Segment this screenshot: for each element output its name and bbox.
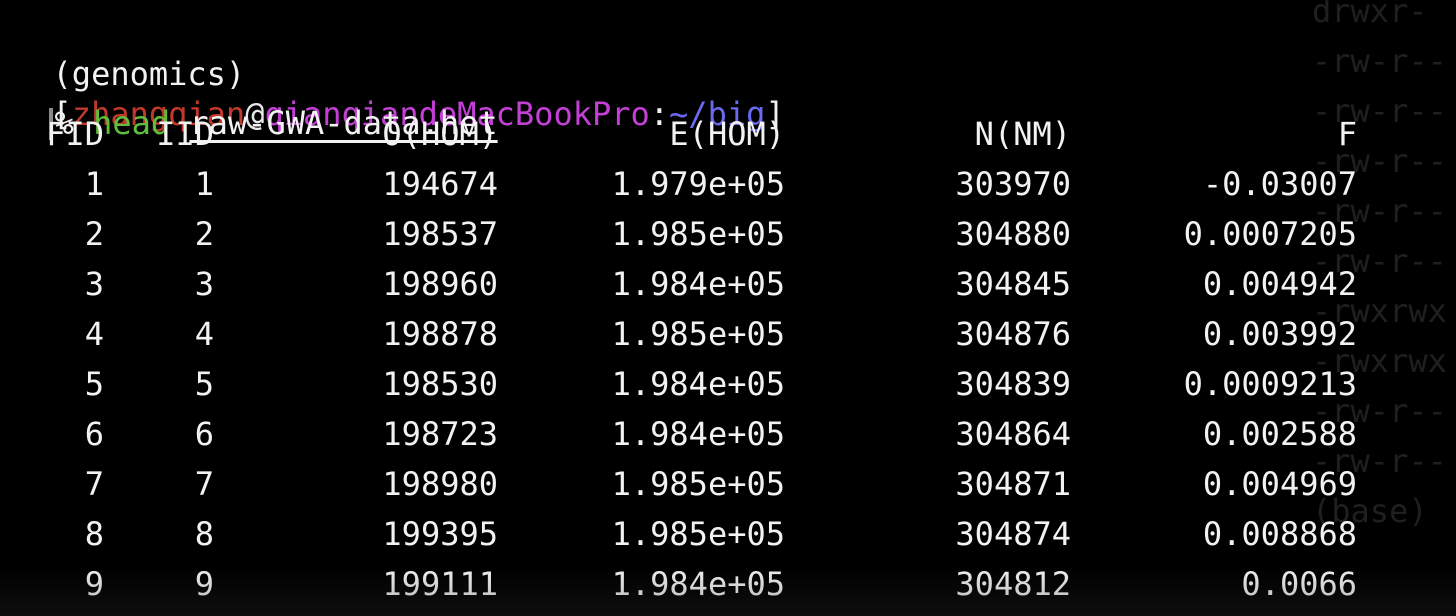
cell-n-nm: 304839 [955,365,1071,403]
header-o-hom: O(HOM) [382,115,498,153]
cell-iid: 3 [194,265,214,303]
cell-iid: 5 [194,365,214,403]
cell-fid: 1 [84,165,104,203]
table-row: 7 7 198980 1.985e+05 304871 0.004969 [0,462,1456,512]
cell-f: 0.003992 [1202,315,1357,353]
cell-n-nm: 303970 [955,165,1071,203]
table-row: 1 1 194674 1.979e+05 303970 -0.03007 [0,162,1456,212]
cell-o-hom: 198723 [382,415,498,453]
table-row: 2 2 198537 1.985e+05 304880 0.0007205 [0,212,1456,262]
cell-n-nm: 304880 [955,215,1071,253]
cell-iid: 1 [194,165,214,203]
cell-n-nm: 304874 [955,515,1071,553]
cell-e-hom: 1.985e+05 [611,215,785,253]
table-row: 9 9 199111 1.984e+05 304812 0.0066 [0,562,1456,612]
cell-iid: 6 [194,415,214,453]
cell-fid: 6 [84,415,104,453]
cell-n-nm: 304871 [955,465,1071,503]
header-iid: IID [156,115,214,153]
cell-iid: 2 [194,215,214,253]
cell-o-hom: 194674 [382,165,498,203]
cell-o-hom: 199395 [382,515,498,553]
cell-e-hom: 1.985e+05 [611,315,785,353]
cell-iid: 9 [194,565,214,603]
cell-o-hom: 198960 [382,265,498,303]
cell-f: 0.004942 [1202,265,1357,303]
cell-e-hom: 1.985e+05 [611,515,785,553]
table-header-row: FID IID O(HOM) E(HOM) N(NM) F [0,112,1456,162]
cell-fid: 5 [84,365,104,403]
header-f: F [1337,115,1357,153]
cell-n-nm: 304812 [955,565,1071,603]
cell-fid: 9 [84,565,104,603]
cell-fid: 3 [84,265,104,303]
table-row: 6 6 198723 1.984e+05 304864 0.002588 [0,412,1456,462]
cell-fid: 2 [84,215,104,253]
cell-f: 0.0007205 [1183,215,1357,253]
cell-e-hom: 1.984e+05 [611,565,785,603]
cell-n-nm: 304845 [955,265,1071,303]
cell-e-hom: 1.984e+05 [611,415,785,453]
table-row: 8 8 199395 1.985e+05 304874 0.008868 [0,512,1456,562]
cell-f: 0.002588 [1202,415,1357,453]
cell-e-hom: 1.985e+05 [611,465,785,503]
cell-fid: 7 [84,465,104,503]
cell-o-hom: 198980 [382,465,498,503]
cell-iid: 4 [194,315,214,353]
cell-fid: 4 [84,315,104,353]
cell-e-hom: 1.984e+05 [611,265,785,303]
cell-iid: 7 [194,465,214,503]
cell-fid: 8 [84,515,104,553]
cell-e-hom: 1.979e+05 [611,165,785,203]
cell-o-hom: 199111 [382,565,498,603]
header-fid: FID [46,115,104,153]
cell-o-hom: 198530 [382,365,498,403]
table-row: 5 5 198530 1.984e+05 304839 0.0009213 [0,362,1456,412]
header-e-hom: E(HOM) [669,115,785,153]
background-listing-line: drwxr- [1312,0,1428,30]
cell-n-nm: 304864 [955,415,1071,453]
cell-e-hom: 1.984e+05 [611,365,785,403]
background-listing-line: -rw-r-- [1312,42,1447,80]
cell-f: 0.008868 [1202,515,1357,553]
cell-o-hom: 198537 [382,215,498,253]
cell-iid: 8 [194,515,214,553]
header-n-nm: N(NM) [974,115,1071,153]
cell-n-nm: 304876 [955,315,1071,353]
table-row: 3 3 198960 1.984e+05 304845 0.004942 [0,262,1456,312]
cell-f: 0.0066 [1241,565,1357,603]
het-output-table: FID IID O(HOM) E(HOM) N(NM) F 1 1 194674 1.979e+0… [0,112,1456,612]
cell-f: 0.004969 [1202,465,1357,503]
table-row: 4 4 198878 1.985e+05 304876 0.003992 [0,312,1456,362]
cell-f: 0.0009213 [1183,365,1357,403]
cell-o-hom: 198878 [382,315,498,353]
cell-f: -0.03007 [1202,165,1357,203]
